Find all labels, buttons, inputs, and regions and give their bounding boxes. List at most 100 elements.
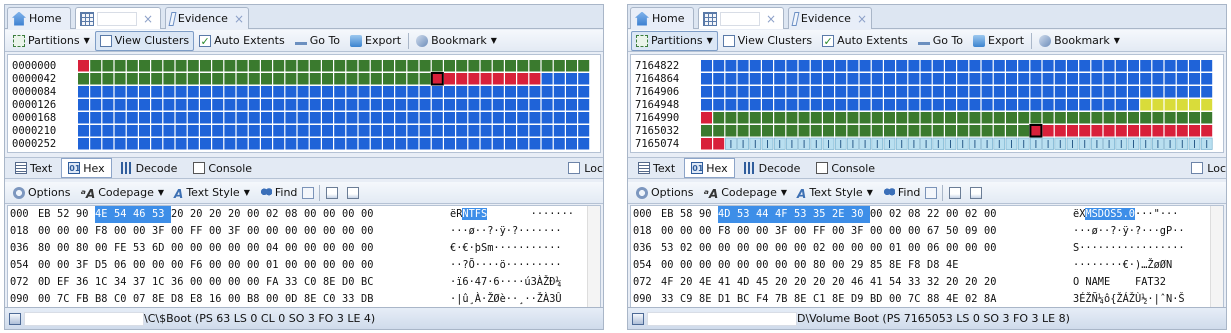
cluster-cell[interactable] bbox=[749, 99, 761, 111]
tab-home[interactable]: Home bbox=[7, 7, 71, 29]
cluster-cell[interactable] bbox=[896, 99, 908, 111]
cluster-cell[interactable] bbox=[932, 112, 944, 124]
hex-byte[interactable]: 06 bbox=[927, 240, 946, 257]
hex-byte[interactable]: 22 bbox=[927, 206, 946, 223]
cluster-cell[interactable] bbox=[517, 138, 529, 150]
hex-byte[interactable]: 00 bbox=[209, 223, 228, 240]
tab-home[interactable]: Home bbox=[630, 7, 694, 29]
cluster-cell[interactable] bbox=[492, 112, 504, 124]
cluster-cell[interactable] bbox=[309, 60, 321, 72]
cluster-cell[interactable] bbox=[920, 73, 932, 85]
cluster-cell[interactable] bbox=[1140, 73, 1152, 85]
cluster-cell[interactable] bbox=[187, 138, 199, 150]
hex-byte[interactable]: 00 bbox=[680, 257, 699, 274]
cluster-cell[interactable] bbox=[407, 60, 419, 72]
cluster-cell[interactable] bbox=[1006, 112, 1017, 124]
hex-byte[interactable]: 41 bbox=[870, 274, 889, 291]
hex-byte[interactable]: 4E bbox=[699, 274, 718, 291]
cluster-cell[interactable] bbox=[212, 73, 224, 85]
hex-byte[interactable]: F4 bbox=[756, 291, 775, 307]
hex-byte[interactable]: 8E bbox=[794, 291, 813, 307]
cluster-cell[interactable] bbox=[993, 112, 1005, 124]
cluster-cell[interactable] bbox=[444, 112, 455, 124]
codepage-button[interactable]: ᵃA Codepage ▼ bbox=[75, 183, 169, 203]
cluster-cell[interactable] bbox=[713, 125, 725, 137]
cluster-cell[interactable] bbox=[273, 60, 285, 72]
cluster-cell[interactable] bbox=[737, 125, 749, 137]
document-icon[interactable] bbox=[326, 186, 339, 199]
cluster-cell[interactable] bbox=[774, 125, 786, 137]
hex-byte[interactable]: FA bbox=[266, 274, 285, 291]
cluster-cell[interactable] bbox=[566, 73, 577, 85]
cluster-cell[interactable] bbox=[163, 99, 175, 111]
cluster-cell[interactable] bbox=[114, 99, 126, 111]
cluster-cell[interactable] bbox=[78, 99, 89, 111]
hex-byte[interactable]: 45 bbox=[756, 274, 775, 291]
cluster-cell[interactable] bbox=[480, 86, 492, 98]
tab-decode[interactable]: Decode bbox=[737, 158, 808, 178]
cluster-cell[interactable] bbox=[871, 99, 883, 111]
cluster-cell[interactable] bbox=[248, 99, 260, 111]
hex-byte[interactable]: 35 bbox=[813, 206, 832, 223]
cluster-cell[interactable] bbox=[419, 125, 431, 137]
cluster-cell[interactable] bbox=[224, 125, 236, 137]
cluster-cell[interactable] bbox=[786, 60, 798, 72]
cluster-cell[interactable] bbox=[309, 125, 321, 137]
cluster-cell[interactable] bbox=[945, 73, 956, 85]
cluster-cell[interactable] bbox=[187, 86, 199, 98]
cluster-cell[interactable] bbox=[224, 73, 236, 85]
hex-byte[interactable]: 00 bbox=[946, 206, 965, 223]
cluster-cell[interactable] bbox=[370, 138, 382, 150]
cluster-cell[interactable] bbox=[578, 86, 590, 98]
cluster-cell[interactable] bbox=[969, 112, 981, 124]
cluster-cell[interactable] bbox=[908, 60, 920, 72]
cluster-cell[interactable] bbox=[835, 112, 847, 124]
cluster-cell[interactable] bbox=[200, 138, 211, 150]
cluster-cell[interactable] bbox=[578, 112, 590, 124]
cluster-cell[interactable] bbox=[78, 86, 89, 98]
hex-byte[interactable]: 54 bbox=[114, 206, 133, 223]
cluster-cell[interactable] bbox=[1128, 60, 1139, 72]
cluster-cell[interactable] bbox=[505, 125, 516, 137]
cluster-cell[interactable] bbox=[1189, 112, 1200, 124]
cluster-cell[interactable] bbox=[175, 138, 187, 150]
cluster-cell[interactable] bbox=[1115, 60, 1127, 72]
hex-byte[interactable]: 00 bbox=[323, 206, 342, 223]
cluster-cell[interactable] bbox=[297, 112, 309, 124]
cluster-cell[interactable] bbox=[884, 86, 895, 98]
cluster-cell[interactable] bbox=[456, 125, 468, 137]
go-to-button[interactable]: Go To bbox=[913, 31, 968, 51]
cluster-cell[interactable] bbox=[322, 73, 333, 85]
hex-byte[interactable]: 00 bbox=[737, 257, 756, 274]
export-button[interactable]: Export bbox=[345, 31, 406, 51]
hex-byte[interactable]: F8 bbox=[95, 223, 114, 240]
hex-byte[interactable]: 0D bbox=[38, 274, 57, 291]
cluster-cell[interactable] bbox=[725, 73, 737, 85]
hex-byte[interactable]: 00 bbox=[870, 223, 889, 240]
hex-byte[interactable]: 00 bbox=[661, 223, 680, 240]
cluster-cell[interactable] bbox=[553, 60, 565, 72]
cluster-cell[interactable] bbox=[175, 86, 187, 98]
cluster-cell[interactable] bbox=[957, 86, 969, 98]
hex-byte[interactable]: 3F bbox=[228, 223, 247, 240]
hex-byte[interactable]: F6 bbox=[190, 257, 209, 274]
cluster-cell[interactable] bbox=[346, 125, 358, 137]
hex-byte[interactable]: 00 bbox=[209, 240, 228, 257]
hex-byte[interactable]: 53 bbox=[133, 240, 152, 257]
hex-byte[interactable]: 00 bbox=[228, 257, 247, 274]
cluster-cell[interactable] bbox=[1006, 86, 1017, 98]
hex-byte[interactable]: D8 bbox=[171, 291, 190, 307]
cluster-cell[interactable] bbox=[786, 86, 798, 98]
cluster-cell[interactable] bbox=[541, 112, 553, 124]
hex-byte[interactable]: 00 bbox=[737, 223, 756, 240]
cluster-cell[interactable] bbox=[920, 99, 932, 111]
cluster-cell[interactable] bbox=[346, 86, 358, 98]
cluster-cell[interactable] bbox=[407, 86, 419, 98]
cluster-cell[interactable] bbox=[1067, 86, 1078, 98]
hex-byte[interactable]: 00 bbox=[699, 257, 718, 274]
cluster-cell[interactable] bbox=[713, 112, 725, 124]
cluster-cell[interactable] bbox=[1067, 60, 1078, 72]
cluster-cell[interactable] bbox=[248, 125, 260, 137]
hex-byte[interactable]: 7B bbox=[775, 291, 794, 307]
cluster-cell[interactable] bbox=[908, 125, 920, 137]
